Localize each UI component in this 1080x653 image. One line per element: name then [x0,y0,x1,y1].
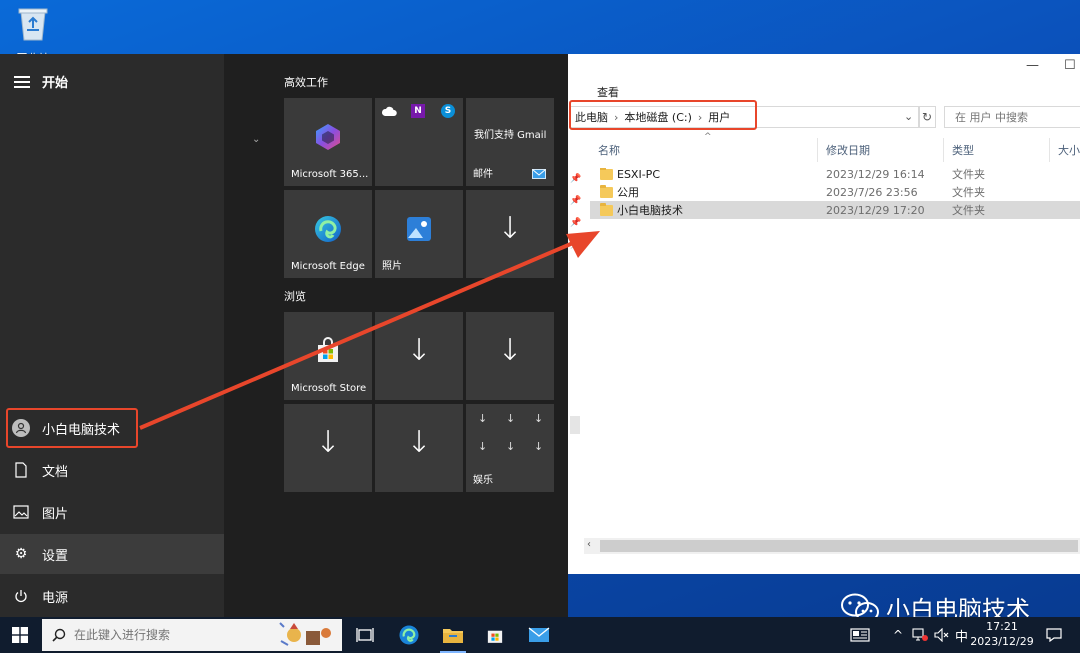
network-icon[interactable] [912,617,928,653]
taskbar-store[interactable] [474,617,516,653]
file-explorer-icon [443,629,463,643]
task-view-icon [356,628,374,642]
taskbar-search-input[interactable] [74,628,264,642]
windows-logo-icon [12,627,28,643]
taskbar-edge[interactable] [388,617,430,653]
annotation-arrow [139,231,600,430]
search-highlight-illustration-icon [279,622,331,646]
volume-muted-icon[interactable] [934,617,950,653]
notification-center-icon[interactable] [1046,617,1062,653]
start-button[interactable] [0,617,40,653]
taskbar-search-box[interactable] [42,619,342,651]
news-widget-icon[interactable] [850,617,870,653]
taskbar: ^ 中 17:21 2023/12/29 [0,617,1080,653]
search-icon [52,628,66,642]
mail-icon [528,627,550,642]
system-clock[interactable]: 17:21 2023/12/29 [970,619,1034,649]
chevron-up-icon[interactable]: ^ [893,617,903,653]
task-view-button[interactable] [344,617,386,653]
taskbar-mail[interactable] [518,617,560,653]
edge-icon [399,625,419,645]
ime-indicator[interactable]: 中 [955,617,968,653]
clock-date: 2023/12/29 [970,635,1034,648]
store-icon [487,630,503,643]
clock-time: 17:21 [986,620,1018,633]
taskbar-file-explorer[interactable] [432,617,474,653]
